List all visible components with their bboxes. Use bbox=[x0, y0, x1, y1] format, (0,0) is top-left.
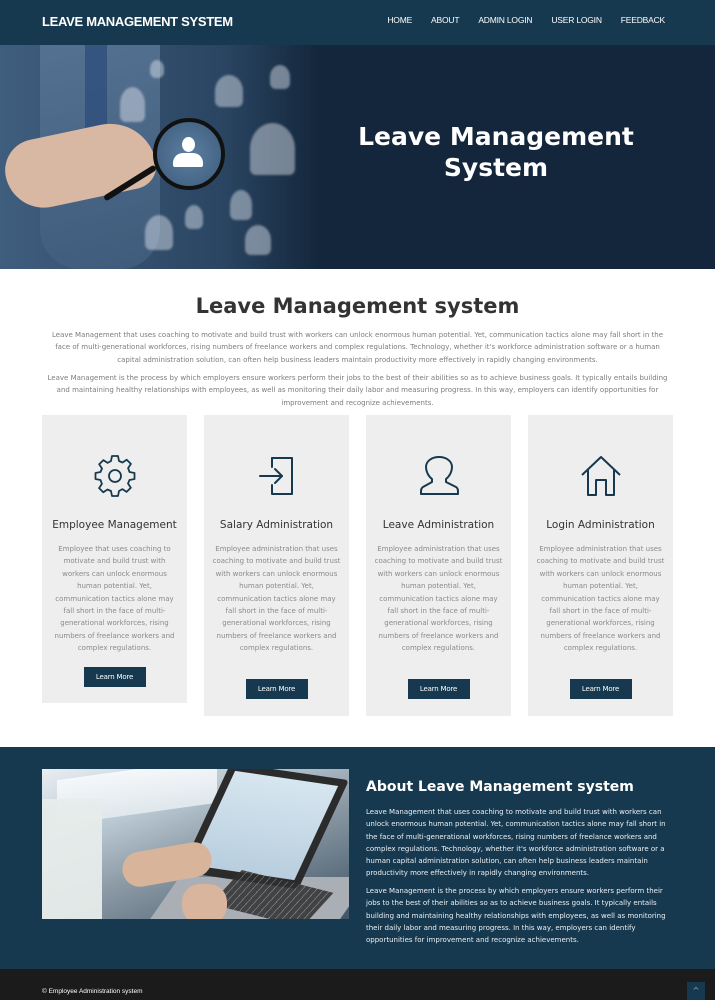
card-description: Employee that uses coaching to motivate … bbox=[54, 545, 175, 653]
person-silhouette bbox=[120, 87, 145, 122]
card-description: Employee administration that uses coachi… bbox=[212, 545, 341, 653]
intro-paragraph: Leave Management is the process by which… bbox=[47, 374, 668, 407]
learn-more-button[interactable]: Learn More bbox=[407, 679, 470, 699]
about-title: About Leave Management system bbox=[366, 779, 634, 795]
about-paragraph: Leave Management is the process by which… bbox=[366, 887, 666, 945]
chevron-up-icon: ^ bbox=[692, 986, 700, 995]
card-title: Salary Administration bbox=[219, 519, 334, 531]
about-section: About Leave Management system Leave Mana… bbox=[0, 747, 715, 969]
service-card-employee-management: Employee Management Employee that uses c… bbox=[42, 415, 187, 703]
scroll-to-top-button[interactable]: ^ bbox=[687, 982, 705, 1000]
nav-feedback[interactable]: FEEDBACK bbox=[621, 15, 665, 25]
service-card-salary-administration: Salary Administration Employee administr… bbox=[204, 415, 349, 716]
nav-admin-login[interactable]: ADMIN LOGIN bbox=[478, 15, 532, 25]
learn-more-button[interactable]: Learn More bbox=[245, 679, 308, 699]
card-description: Employee administration that uses coachi… bbox=[374, 545, 503, 653]
service-card-leave-administration: Leave Administration Employee administra… bbox=[366, 415, 511, 716]
main-nav: HOME ABOUT ADMIN LOGIN USER LOGIN FEEDBA… bbox=[368, 15, 665, 25]
top-navbar: LEAVE MANAGEMENT SYSTEM HOME ABOUT ADMIN… bbox=[0, 0, 715, 45]
learn-more-button[interactable]: Learn More bbox=[83, 667, 146, 687]
card-title: Employee Management bbox=[52, 519, 177, 531]
person-silhouette bbox=[230, 190, 252, 220]
footer: © Employee Administration system ^ bbox=[0, 969, 715, 1000]
hero-banner: Leave Management System bbox=[0, 45, 715, 269]
person-silhouette bbox=[215, 75, 243, 107]
intro-title: Leave Management system bbox=[195, 294, 520, 318]
service-card-login-administration: Login Administration Employee administra… bbox=[528, 415, 673, 716]
hero-image bbox=[0, 45, 320, 269]
nav-home[interactable]: HOME bbox=[387, 15, 412, 25]
person-silhouette bbox=[245, 225, 271, 255]
card-title: Leave Administration bbox=[382, 519, 495, 531]
person-silhouette bbox=[150, 60, 164, 78]
brand-logo-link[interactable]: LEAVE MANAGEMENT SYSTEM bbox=[42, 14, 233, 29]
gear-icon bbox=[94, 455, 135, 497]
person-silhouette bbox=[250, 123, 295, 175]
hero-title: Leave Management System bbox=[358, 122, 634, 182]
card-description: Employee administration that uses coachi… bbox=[536, 545, 665, 653]
nav-about[interactable]: ABOUT bbox=[431, 15, 459, 25]
user-icon bbox=[419, 456, 459, 495]
person-silhouette bbox=[145, 215, 173, 250]
sign-in-icon bbox=[258, 457, 293, 495]
arm-shape bbox=[42, 799, 102, 919]
intro-paragraph: Leave Management that uses coaching to m… bbox=[51, 331, 663, 364]
magnifier-person-icon bbox=[173, 137, 203, 169]
card-title: Login Administration bbox=[546, 519, 655, 531]
about-paragraph: Leave Management that uses coaching to m… bbox=[366, 808, 666, 878]
nav-user-login[interactable]: USER LOGIN bbox=[551, 15, 602, 25]
person-silhouette bbox=[270, 65, 290, 89]
laptop-typing-photo bbox=[42, 769, 349, 919]
home-icon bbox=[580, 456, 621, 496]
learn-more-button[interactable]: Learn More bbox=[569, 679, 632, 699]
hand-shape bbox=[182, 884, 227, 919]
copyright-text: © Employee Administration system bbox=[42, 988, 143, 995]
person-silhouette bbox=[185, 205, 203, 229]
